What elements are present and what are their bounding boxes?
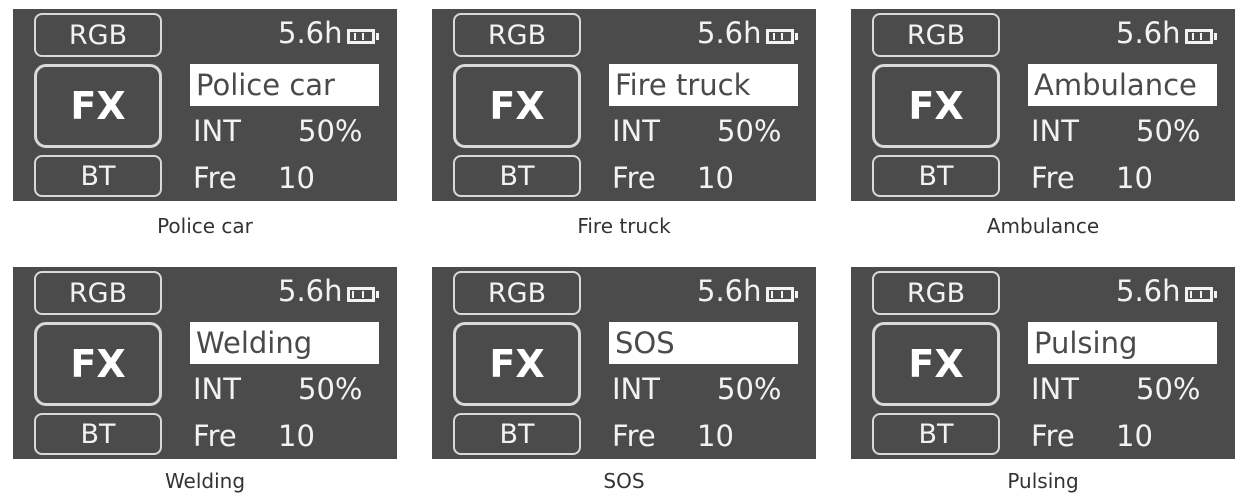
frequency-value: 10 [1116,419,1153,453]
intensity-label: INT [612,372,660,406]
battery-time: 5.6h [1116,274,1181,308]
mode-name: Fire truck [609,64,798,106]
battery-time: 5.6h [697,274,762,308]
device-screen-sos: RGB FX BT 5.6h SOS INT 50% Fre 10 [432,267,816,459]
rgb-button[interactable]: RGB [453,271,581,315]
mode-name: Welding [190,322,379,364]
battery-time: 5.6h [697,16,762,50]
rgb-button[interactable]: RGB [872,271,1000,315]
fx-button[interactable]: FX [34,64,162,148]
battery-time: 5.6h [1116,16,1181,50]
frequency-label: Fre [1031,161,1075,195]
bt-button[interactable]: BT [34,155,162,197]
mode-name: Pulsing [1028,322,1217,364]
battery-icon [766,29,798,44]
caption-sos: SOS [603,469,645,493]
intensity-label: INT [1031,372,1079,406]
caption-police-car: Police car [157,214,253,238]
frequency-value: 10 [697,161,734,195]
fx-button[interactable]: FX [453,322,581,406]
intensity-label: INT [193,114,241,148]
battery-icon [347,287,379,302]
intensity-value: 50% [1136,372,1201,406]
frequency-label: Fre [612,419,656,453]
intensity-value: 50% [298,372,363,406]
device-screen-pulsing: RGB FX BT 5.6h Pulsing INT 50% Fre 10 [851,267,1235,459]
battery-icon [1185,29,1217,44]
mode-name: Police car [190,64,379,106]
device-screen-ambulance: RGB FX BT 5.6h Ambulance INT 50% Fre 10 [851,9,1235,201]
intensity-label: INT [1031,114,1079,148]
frequency-label: Fre [193,419,237,453]
intensity-value: 50% [717,114,782,148]
mode-name: Ambulance [1028,64,1217,106]
caption-welding: Welding [164,469,246,493]
frequency-label: Fre [612,161,656,195]
frequency-label: Fre [193,161,237,195]
mode-name: SOS [609,322,798,364]
bt-button[interactable]: BT [34,413,162,455]
device-screen-welding: RGB FX BT 5.6h Welding INT 50% Fre 10 [13,267,397,459]
frequency-value: 10 [1116,161,1153,195]
fx-button[interactable]: FX [34,322,162,406]
rgb-button[interactable]: RGB [34,271,162,315]
fx-button[interactable]: FX [453,64,581,148]
battery-time: 5.6h [278,16,343,50]
frequency-value: 10 [278,161,315,195]
rgb-button[interactable]: RGB [872,13,1000,57]
battery-icon [766,287,798,302]
intensity-value: 50% [298,114,363,148]
intensity-value: 50% [717,372,782,406]
frequency-label: Fre [1031,419,1075,453]
fx-button[interactable]: FX [872,322,1000,406]
device-screen-fire-truck: RGB FX BT 5.6h Fire truck INT 50% Fre 10 [432,9,816,201]
bt-button[interactable]: BT [453,155,581,197]
rgb-button[interactable]: RGB [34,13,162,57]
frequency-value: 10 [278,419,315,453]
bt-button[interactable]: BT [453,413,581,455]
fx-button[interactable]: FX [872,64,1000,148]
battery-icon [1185,287,1217,302]
caption-ambulance: Ambulance [986,214,1100,238]
intensity-label: INT [612,114,660,148]
battery-time: 5.6h [278,274,343,308]
caption-pulsing: Pulsing [1007,469,1079,493]
rgb-button[interactable]: RGB [453,13,581,57]
battery-icon [347,29,379,44]
frequency-value: 10 [697,419,734,453]
bt-button[interactable]: BT [872,413,1000,455]
intensity-label: INT [193,372,241,406]
bt-button[interactable]: BT [872,155,1000,197]
intensity-value: 50% [1136,114,1201,148]
device-screen-police-car: RGB FX BT 5.6h Police car INT 50% Fre 10 [13,9,397,201]
caption-fire-truck: Fire truck [577,214,671,238]
